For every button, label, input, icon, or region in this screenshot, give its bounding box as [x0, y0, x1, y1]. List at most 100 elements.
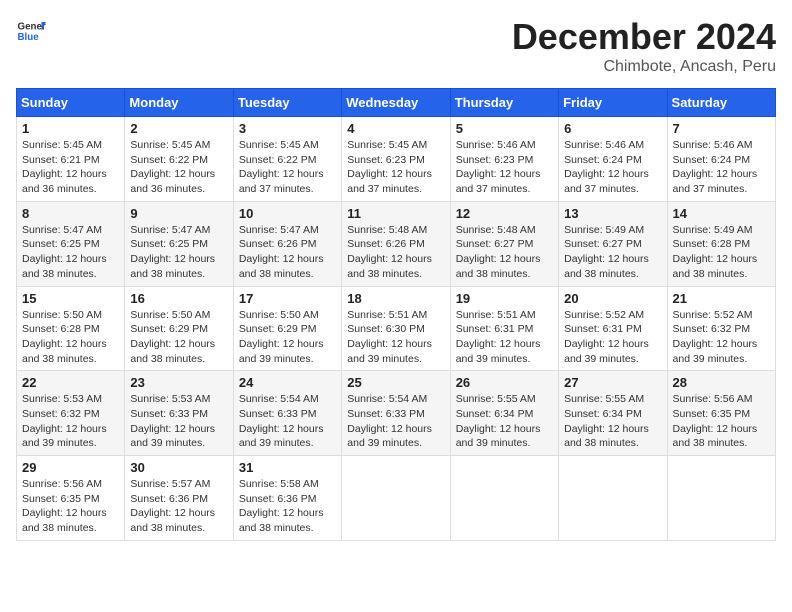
cell-content: Sunrise: 5:55 AMSunset: 6:34 PMDaylight:…: [564, 392, 661, 451]
weekday-header-monday: Monday: [125, 89, 233, 117]
cell-line: Daylight: 12 hours: [456, 252, 553, 267]
cell-line: Daylight: 12 hours: [456, 422, 553, 437]
cell-content: Sunrise: 5:53 AMSunset: 6:32 PMDaylight:…: [22, 392, 119, 451]
cell-line: Daylight: 12 hours: [347, 422, 444, 437]
logo-icon: General Blue: [16, 16, 46, 46]
calendar-cell: 23 Sunrise: 5:53 AMSunset: 6:33 PMDayligh…: [125, 371, 233, 456]
day-number: 15: [22, 291, 119, 306]
cell-line: Sunset: 6:31 PM: [564, 322, 661, 337]
cell-line: Sunrise: 5:53 AM: [130, 392, 227, 407]
title-area: December 2024 Chimbote, Ancash, Peru: [512, 16, 776, 76]
cell-line: and 39 minutes.: [673, 352, 770, 367]
logo: General Blue: [16, 16, 46, 46]
cell-line: Sunset: 6:35 PM: [22, 492, 119, 507]
day-number: 31: [239, 460, 336, 475]
cell-line: Daylight: 12 hours: [564, 252, 661, 267]
cell-line: Daylight: 12 hours: [22, 506, 119, 521]
cell-line: Sunrise: 5:50 AM: [239, 308, 336, 323]
cell-line: Daylight: 12 hours: [347, 167, 444, 182]
cell-content: Sunrise: 5:46 AMSunset: 6:24 PMDaylight:…: [564, 138, 661, 197]
weekday-header-wednesday: Wednesday: [342, 89, 450, 117]
calendar-week-5: 29Sunrise: 5:56 AMSunset: 6:35 PMDayligh…: [17, 456, 776, 541]
day-number: 30: [130, 460, 227, 475]
cell-line: Daylight: 12 hours: [564, 167, 661, 182]
cell-content: Sunrise: 5:45 AMSunset: 6:23 PMDaylight:…: [347, 138, 444, 197]
cell-line: and 39 minutes.: [239, 352, 336, 367]
cell-line: Sunset: 6:22 PM: [130, 153, 227, 168]
cell-line: and 38 minutes.: [673, 267, 770, 282]
day-number: 29: [22, 460, 119, 475]
cell-line: Daylight: 12 hours: [130, 252, 227, 267]
day-number: 20: [564, 291, 661, 306]
month-title: December 2024: [512, 16, 776, 58]
cell-line: Sunrise: 5:51 AM: [456, 308, 553, 323]
cell-line: Sunset: 6:25 PM: [130, 237, 227, 252]
weekday-header-friday: Friday: [559, 89, 667, 117]
cell-line: and 37 minutes.: [347, 182, 444, 197]
cell-line: Sunset: 6:26 PM: [239, 237, 336, 252]
cell-content: Sunrise: 5:45 AMSunset: 6:22 PMDaylight:…: [130, 138, 227, 197]
day-number: 9: [130, 206, 227, 221]
day-number: 26: [456, 375, 553, 390]
cell-line: Daylight: 12 hours: [239, 422, 336, 437]
cell-content: Sunrise: 5:52 AMSunset: 6:32 PMDaylight:…: [673, 308, 770, 367]
location-subtitle: Chimbote, Ancash, Peru: [512, 58, 776, 76]
cell-line: Sunrise: 5:56 AM: [673, 392, 770, 407]
cell-line: and 36 minutes.: [22, 182, 119, 197]
cell-line: Daylight: 12 hours: [130, 167, 227, 182]
cell-line: and 38 minutes.: [130, 352, 227, 367]
cell-line: and 38 minutes.: [22, 267, 119, 282]
cell-line: and 39 minutes.: [564, 352, 661, 367]
cell-line: Sunset: 6:33 PM: [239, 407, 336, 422]
cell-line: Sunset: 6:30 PM: [347, 322, 444, 337]
cell-line: Sunrise: 5:45 AM: [130, 138, 227, 153]
cell-line: Sunrise: 5:51 AM: [347, 308, 444, 323]
cell-line: Sunset: 6:27 PM: [456, 237, 553, 252]
cell-line: Sunrise: 5:48 AM: [456, 223, 553, 238]
cell-line: Sunset: 6:24 PM: [564, 153, 661, 168]
cell-content: Sunrise: 5:53 AMSunset: 6:33 PMDaylight:…: [130, 392, 227, 451]
calendar-cell: 10Sunrise: 5:47 AMSunset: 6:26 PMDayligh…: [233, 201, 341, 286]
calendar-cell: 27Sunrise: 5:55 AMSunset: 6:34 PMDayligh…: [559, 371, 667, 456]
cell-line: and 39 minutes.: [456, 352, 553, 367]
cell-line: Daylight: 12 hours: [239, 252, 336, 267]
calendar-cell: 7Sunrise: 5:46 AMSunset: 6:24 PMDaylight…: [667, 117, 775, 202]
weekday-header-thursday: Thursday: [450, 89, 558, 117]
calendar-cell: 2Sunrise: 5:45 AMSunset: 6:22 PMDaylight…: [125, 117, 233, 202]
weekday-header-tuesday: Tuesday: [233, 89, 341, 117]
cell-line: Sunrise: 5:45 AM: [22, 138, 119, 153]
cell-content: Sunrise: 5:47 AMSunset: 6:25 PMDaylight:…: [130, 223, 227, 282]
cell-line: and 37 minutes.: [564, 182, 661, 197]
cell-line: Daylight: 12 hours: [130, 506, 227, 521]
cell-line: Daylight: 12 hours: [564, 337, 661, 352]
cell-line: Sunset: 6:36 PM: [239, 492, 336, 507]
day-number: 23: [130, 375, 227, 390]
cell-content: Sunrise: 5:56 AMSunset: 6:35 PMDaylight:…: [673, 392, 770, 451]
cell-line: and 38 minutes.: [239, 521, 336, 536]
cell-line: and 39 minutes.: [456, 436, 553, 451]
calendar-cell: 24Sunrise: 5:54 AMSunset: 6:33 PMDayligh…: [233, 371, 341, 456]
cell-line: Daylight: 12 hours: [673, 167, 770, 182]
cell-line: Sunrise: 5:47 AM: [239, 223, 336, 238]
calendar-cell: 28Sunrise: 5:56 AMSunset: 6:35 PMDayligh…: [667, 371, 775, 456]
cell-line: Sunrise: 5:53 AM: [22, 392, 119, 407]
cell-line: and 38 minutes.: [673, 436, 770, 451]
cell-line: Daylight: 12 hours: [347, 252, 444, 267]
cell-line: Sunset: 6:26 PM: [347, 237, 444, 252]
calendar-week-4: 22Sunrise: 5:53 AMSunset: 6:32 PMDayligh…: [17, 371, 776, 456]
cell-line: Daylight: 12 hours: [22, 337, 119, 352]
cell-line: Daylight: 12 hours: [673, 422, 770, 437]
cell-line: Sunrise: 5:49 AM: [673, 223, 770, 238]
calendar-week-1: 1Sunrise: 5:45 AMSunset: 6:21 PMDaylight…: [17, 117, 776, 202]
cell-content: Sunrise: 5:51 AMSunset: 6:30 PMDaylight:…: [347, 308, 444, 367]
cell-line: Sunset: 6:31 PM: [456, 322, 553, 337]
day-number: 5: [456, 121, 553, 136]
cell-line: Sunrise: 5:47 AM: [130, 223, 227, 238]
cell-line: Sunset: 6:34 PM: [564, 407, 661, 422]
cell-line: Sunrise: 5:50 AM: [130, 308, 227, 323]
cell-content: Sunrise: 5:50 AMSunset: 6:29 PMDaylight:…: [239, 308, 336, 367]
header: General Blue December 2024 Chimbote, Anc…: [16, 16, 776, 76]
cell-line: Daylight: 12 hours: [130, 337, 227, 352]
day-number: 1: [22, 121, 119, 136]
cell-line: Sunrise: 5:50 AM: [22, 308, 119, 323]
